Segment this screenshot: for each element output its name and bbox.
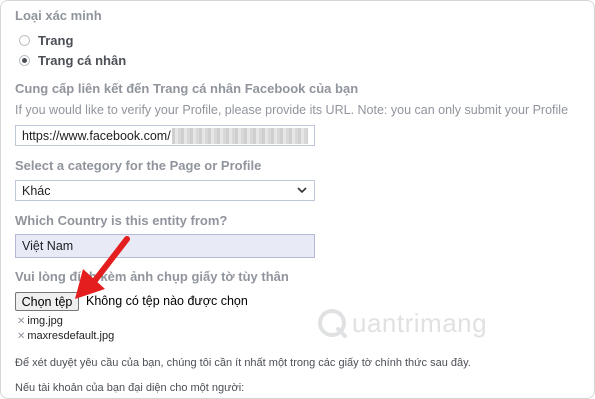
- profile-url-input[interactable]: https://www.facebook.com/: [15, 125, 315, 146]
- remove-file-icon[interactable]: ✕: [17, 316, 25, 327]
- watermark-text: uantrimang: [352, 307, 488, 338]
- id-upload-label: Vui lòng đính kèm ảnh chụp giấy tờ tùy t…: [15, 269, 289, 284]
- country-input[interactable]: Việt Nam: [15, 234, 315, 258]
- verification-form: Loại xác minh Trang Trang cá nhân Cung c…: [0, 0, 595, 399]
- info-text: Để xét duyệt yêu cầu của bạn, chúng tôi …: [15, 357, 471, 369]
- category-selected-value: Khác: [22, 183, 51, 198]
- remove-file-icon[interactable]: ✕: [17, 331, 25, 342]
- radio-button-selected[interactable]: [19, 55, 30, 66]
- category-select[interactable]: Khác: [15, 180, 315, 201]
- verification-type-label: Loại xác minh: [15, 8, 102, 23]
- radio-option-profile[interactable]: Trang cá nhân: [19, 53, 126, 68]
- country-value: Việt Nam: [22, 239, 74, 253]
- uploaded-file-item: ✕ img.jpg: [17, 315, 63, 327]
- profile-url-value: https://www.facebook.com/: [22, 128, 171, 143]
- uploaded-file-name: img.jpg: [27, 315, 63, 327]
- radio-option-page[interactable]: Trang: [19, 33, 73, 48]
- uploaded-file-item: ✕ maxresdefault.jpg: [17, 330, 114, 342]
- profile-link-label: Cung cấp liên kết đến Trang cá nhân Face…: [15, 81, 359, 96]
- radio-label: Trang: [38, 33, 74, 48]
- red-arrow-annotation: [75, 236, 130, 299]
- radio-label: Trang cá nhân: [38, 53, 127, 68]
- uploaded-file-name: maxresdefault.jpg: [27, 330, 115, 342]
- watermark: uantrimang: [316, 307, 487, 339]
- profile-link-help: If you would like to verify your Profile…: [15, 103, 569, 117]
- chevron-down-icon: [297, 187, 307, 194]
- redacted-blur: [171, 127, 308, 144]
- category-label: Select a category for the Page or Profil…: [15, 158, 262, 173]
- country-label: Which Country is this entity from?: [15, 213, 228, 228]
- info-text: Nếu tài khoản của bạn đại diện cho một n…: [15, 382, 245, 394]
- watermark-logo-icon: [318, 309, 347, 338]
- radio-button[interactable]: [19, 35, 30, 46]
